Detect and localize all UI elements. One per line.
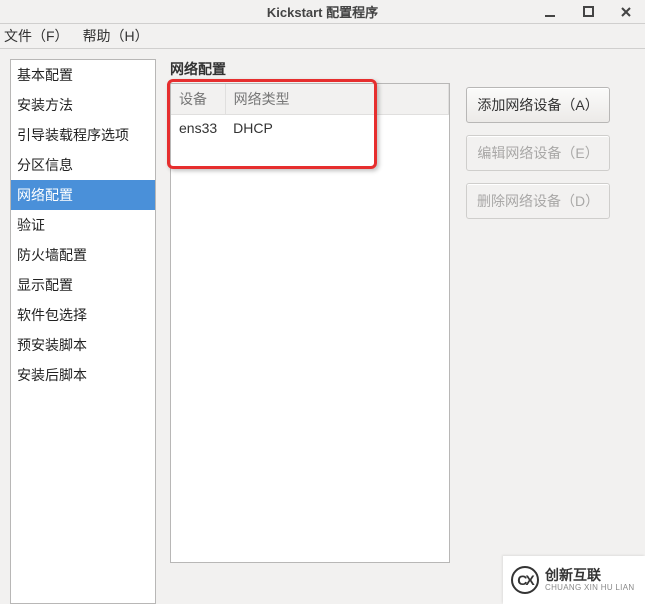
add-device-button[interactable]: 添加网络设备（A）	[466, 87, 610, 123]
sidebar-item-10[interactable]: 安装后脚本	[11, 360, 155, 390]
device-table-wrap: 设备 网络类型 ens33DHCP	[170, 83, 450, 563]
table-row[interactable]: ens33DHCP	[171, 115, 449, 142]
minimize-icon[interactable]	[543, 5, 557, 19]
watermark-text-zh: 创新互联	[545, 567, 634, 583]
sidebar-item-6[interactable]: 防火墙配置	[11, 240, 155, 270]
titlebar: Kickstart 配置程序	[0, 0, 645, 23]
maximize-icon[interactable]	[581, 5, 595, 19]
content: 基本配置安装方法引导装载程序选项分区信息网络配置验证防火墙配置显示配置软件包选择…	[0, 49, 645, 604]
device-table[interactable]: 设备 网络类型 ens33DHCP	[171, 84, 449, 141]
edit-device-button[interactable]: 编辑网络设备（E）	[466, 135, 610, 171]
close-icon[interactable]	[619, 5, 633, 19]
sidebar: 基本配置安装方法引导装载程序选项分区信息网络配置验证防火墙配置显示配置软件包选择…	[10, 59, 156, 604]
menu-file[interactable]: 文件（F）	[4, 26, 69, 46]
sidebar-item-0[interactable]: 基本配置	[11, 60, 155, 90]
sidebar-item-3[interactable]: 分区信息	[11, 150, 155, 180]
button-column: 添加网络设备（A） 编辑网络设备（E） 删除网络设备（D）	[466, 83, 610, 604]
group-label-network: 网络配置	[170, 59, 635, 79]
sidebar-item-9[interactable]: 预安装脚本	[11, 330, 155, 360]
sidebar-item-1[interactable]: 安装方法	[11, 90, 155, 120]
col-header-type[interactable]: 网络类型	[225, 84, 448, 115]
window-controls	[543, 5, 639, 19]
delete-device-button[interactable]: 删除网络设备（D）	[466, 183, 610, 219]
watermark: CX 创新互联 CHUANG XIN HU LIAN	[503, 556, 645, 604]
main-row: 设备 网络类型 ens33DHCP 添加网络设备（A） 编辑网络设备（E） 删除…	[170, 83, 635, 604]
watermark-text-en: CHUANG XIN HU LIAN	[545, 583, 634, 592]
sidebar-item-7[interactable]: 显示配置	[11, 270, 155, 300]
main-panel: 网络配置 设备 网络类型 ens33DHCP 添加网络设备（A） 编辑网络设备（…	[170, 59, 635, 604]
sidebar-item-2[interactable]: 引导装载程序选项	[11, 120, 155, 150]
cell-type: DHCP	[225, 115, 448, 142]
watermark-logo-icon: CX	[511, 566, 539, 594]
cell-device: ens33	[171, 115, 225, 142]
sidebar-item-4[interactable]: 网络配置	[11, 180, 155, 210]
sidebar-item-8[interactable]: 软件包选择	[11, 300, 155, 330]
menu-help[interactable]: 帮助（H）	[83, 26, 149, 46]
menubar: 文件（F） 帮助（H）	[0, 24, 645, 48]
sidebar-item-5[interactable]: 验证	[11, 210, 155, 240]
col-header-device[interactable]: 设备	[171, 84, 225, 115]
